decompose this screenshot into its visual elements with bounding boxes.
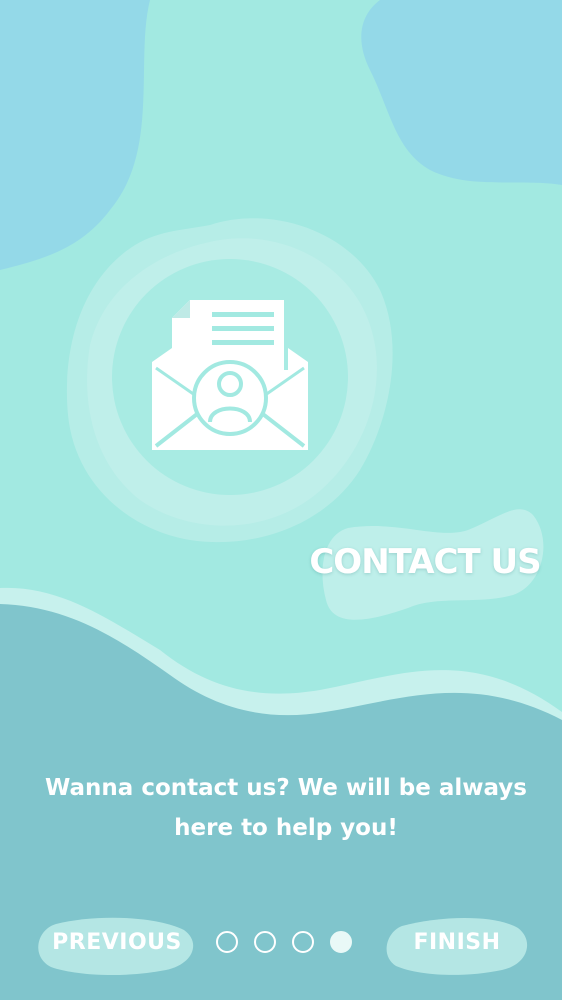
page-title: CONTACT US xyxy=(309,542,541,582)
page-dot-2[interactable] xyxy=(254,931,276,953)
message-line-2: here to help you! xyxy=(174,815,398,841)
page-dot-3[interactable] xyxy=(292,931,314,953)
page-indicator xyxy=(214,931,356,959)
finish-button-label: FINISH xyxy=(413,930,501,955)
finish-button[interactable]: FINISH xyxy=(384,912,530,978)
message-line-1: Wanna contact us? We will be always xyxy=(44,775,527,801)
previous-button[interactable]: PREVIOUS xyxy=(36,912,198,978)
onboarding-message: Wanna contact us? We will be always here… xyxy=(30,768,542,848)
envelope-letter-user-icon xyxy=(152,300,308,450)
page-dot-1[interactable] xyxy=(216,931,238,953)
top-right-wave xyxy=(361,0,562,185)
page-dot-4[interactable] xyxy=(330,931,352,953)
previous-button-label: PREVIOUS xyxy=(52,930,182,955)
